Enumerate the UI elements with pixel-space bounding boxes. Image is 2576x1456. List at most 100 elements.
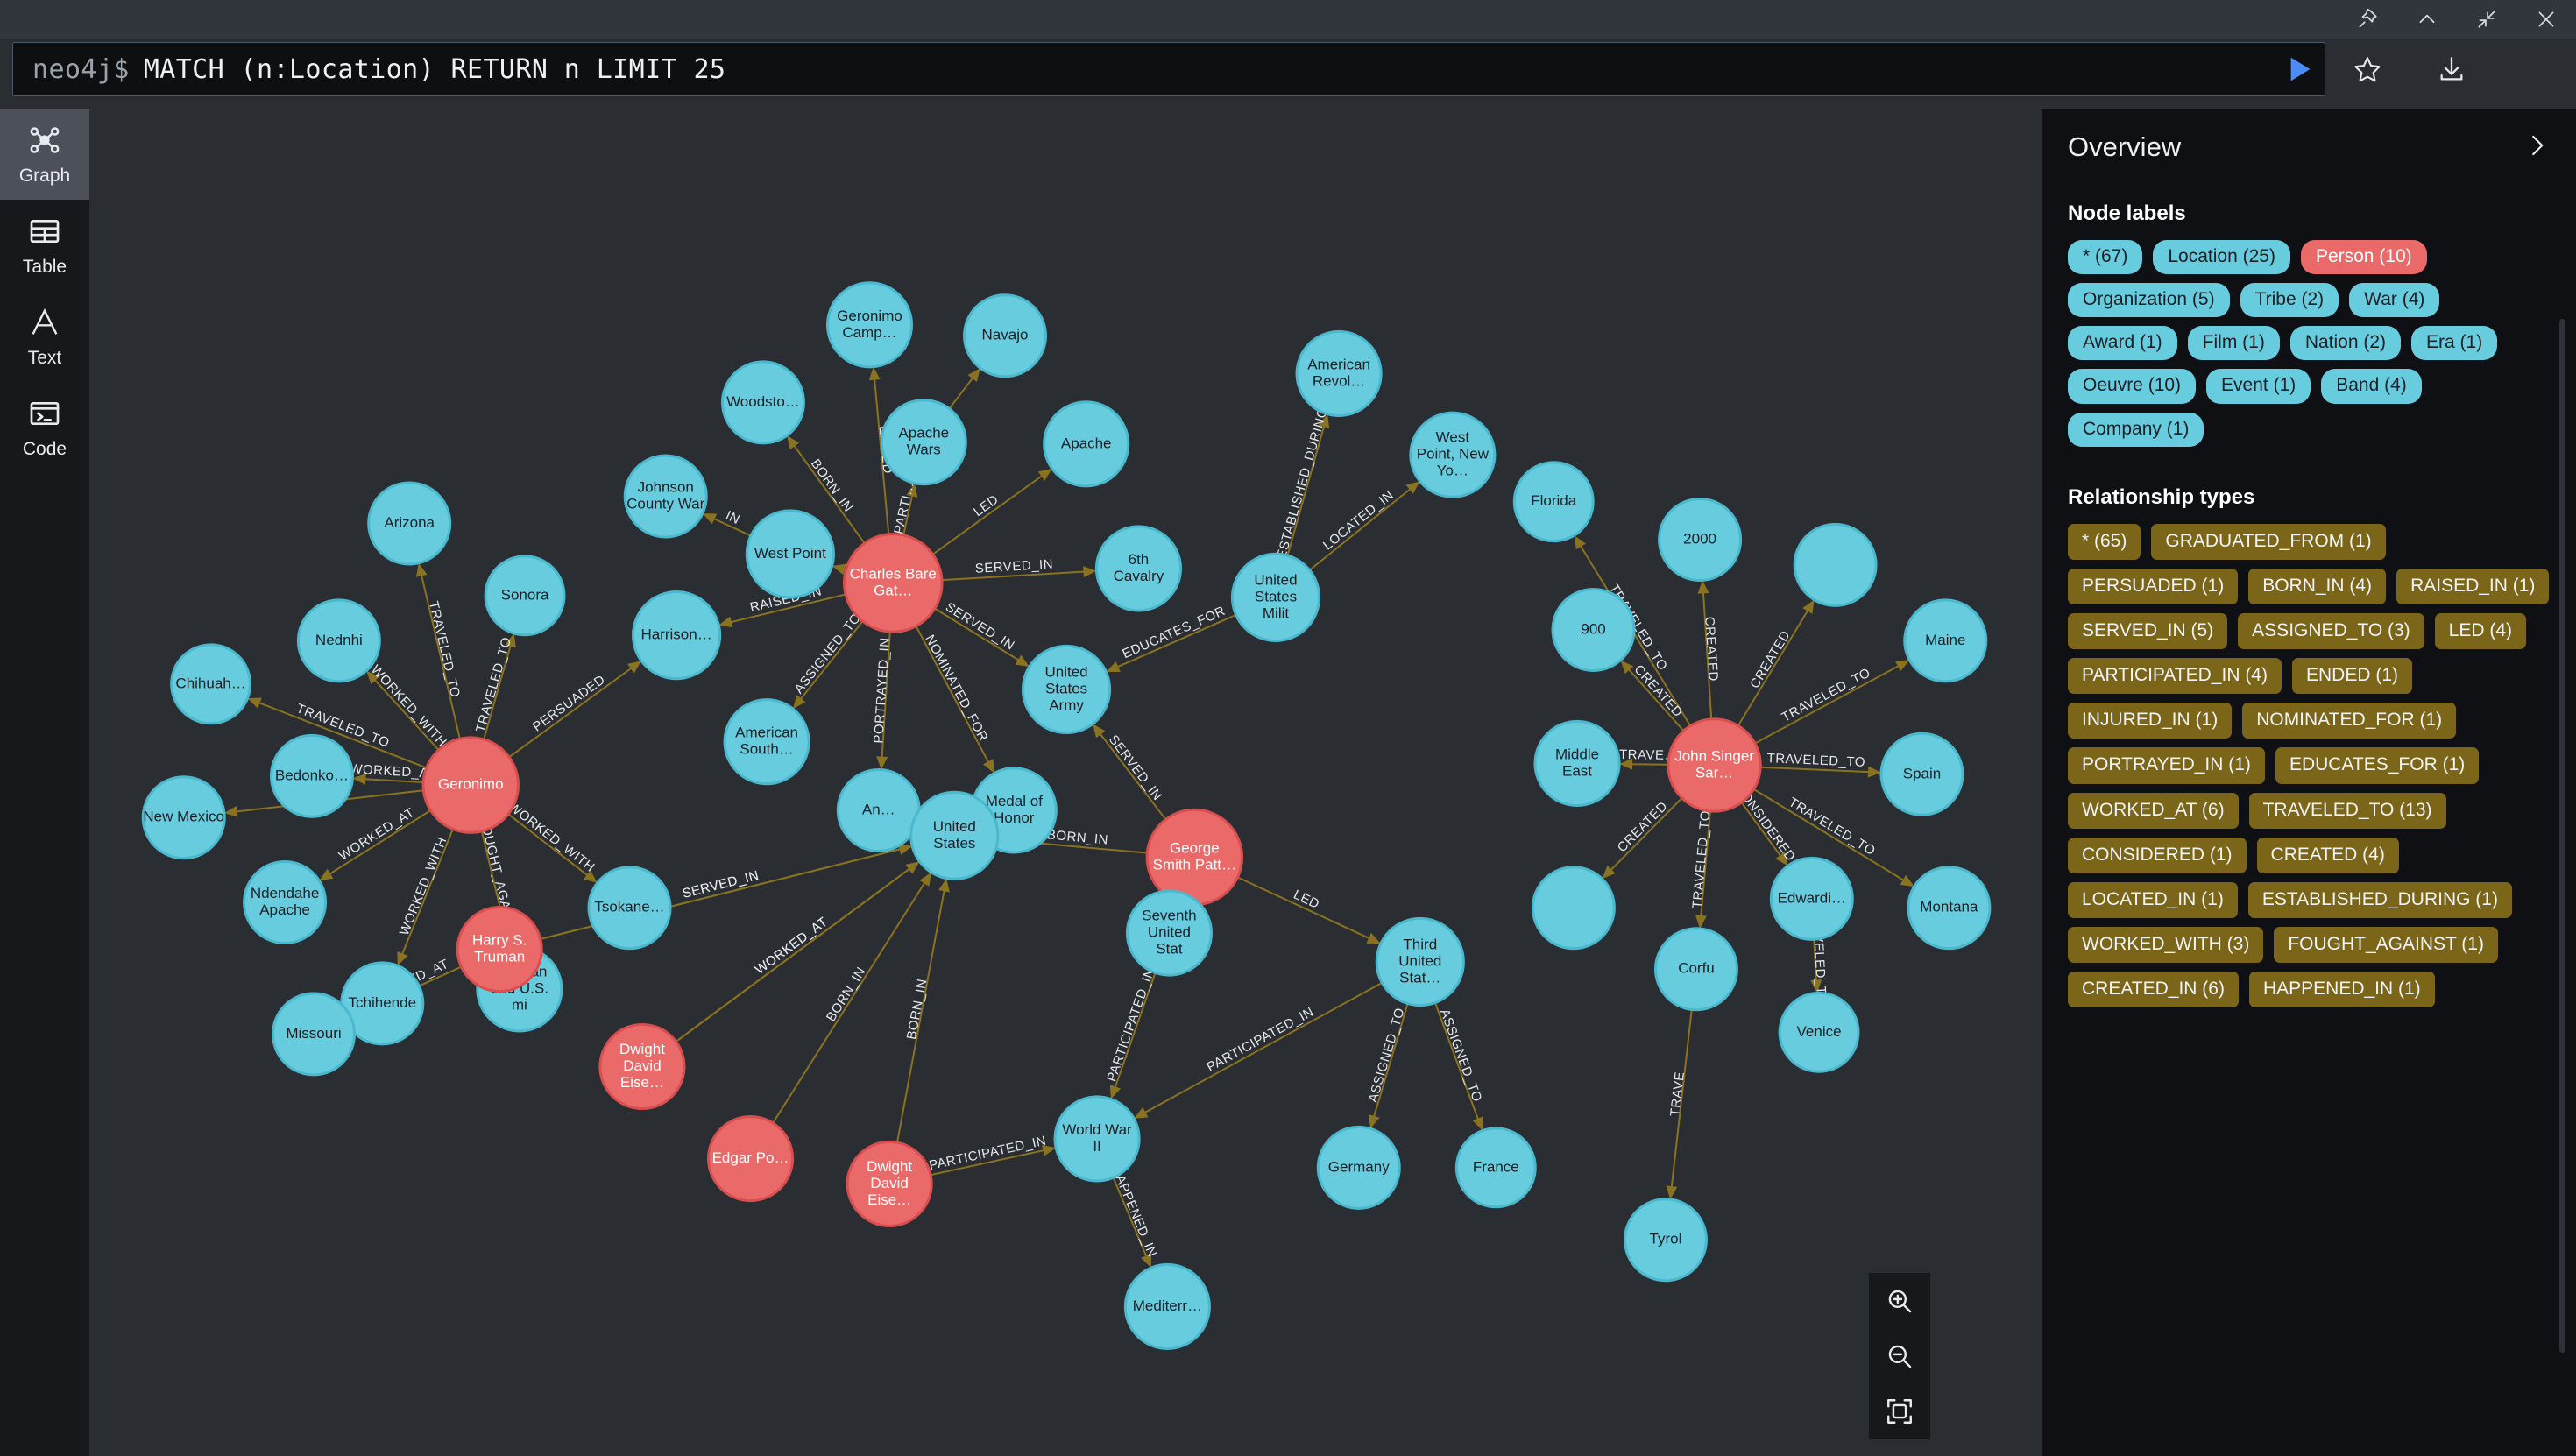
relationship-type-chip[interactable]: HAPPENED_IN (1) <box>2248 972 2435 1008</box>
node-label-chip[interactable]: Band (4) <box>2321 369 2422 404</box>
node-label-chip[interactable]: Film (1) <box>2187 326 2280 361</box>
chevron-up-icon[interactable] <box>2397 0 2457 39</box>
graph-edge[interactable]: IN <box>702 508 752 537</box>
relationship-type-chip[interactable]: PORTRAYED_IN (1) <box>2068 747 2265 784</box>
graph-edge[interactable]: LOCATED_IN <box>1308 481 1420 571</box>
graph-node[interactable]: 2000 <box>1658 497 1743 582</box>
graph-node[interactable]: Harrison… <box>631 590 722 681</box>
graph-edge[interactable]: SERVED_IN <box>1093 724 1167 821</box>
graph-edge[interactable]: SERVED_IN <box>941 557 1097 582</box>
node-label-chip[interactable]: Nation (2) <box>2289 326 2402 361</box>
graph-edge[interactable]: ESTABLISHED_DURING <box>1274 406 1331 561</box>
graph-node[interactable]: Chihuah… <box>170 643 252 725</box>
relationship-type-chip[interactable]: ESTABLISHED_DURING (1) <box>2247 881 2512 918</box>
sidebar-item-table[interactable]: Table <box>0 200 89 291</box>
graph-edge[interactable]: ASSIGNED_TO <box>1365 1003 1409 1129</box>
graph-edge[interactable]: TRAVELED_TO <box>1760 751 1882 778</box>
close-icon[interactable] <box>2516 0 2576 39</box>
relationship-type-chip[interactable]: PERSUADED (1) <box>2068 568 2239 604</box>
graph-edge[interactable]: PARTICIPATED_IN <box>928 1134 1057 1177</box>
graph-node[interactable] <box>1793 522 1878 607</box>
graph-edge[interactable]: WORKED_AT <box>319 805 431 881</box>
graph-node[interactable]: ThirdUnitedStat… <box>1375 916 1465 1007</box>
zoom-out-button[interactable] <box>1869 1328 1930 1383</box>
node-label-chip[interactable]: Person (10) <box>2300 240 2427 275</box>
node-label-chip[interactable]: Organization (5) <box>2068 283 2230 318</box>
graph-node[interactable]: Geronimo <box>421 736 520 834</box>
relationship-type-chip[interactable]: GRADUATED_FROM (1) <box>2151 523 2386 560</box>
node-label-chip[interactable]: Award (1) <box>2068 326 2177 361</box>
graph-node[interactable]: JohnsonCounty War <box>623 454 708 539</box>
graph-node[interactable]: World WarII <box>1053 1095 1141 1183</box>
graph-node[interactable]: NdendaheApache <box>243 860 328 945</box>
graph-edge[interactable]: PARTICIPATED_IN <box>1134 981 1383 1119</box>
graph-node[interactable]: DwightDavidEise… <box>846 1140 933 1227</box>
graph-edge[interactable]: TRAVE <box>1666 1009 1693 1200</box>
graph-edge[interactable] <box>948 368 980 410</box>
relationship-type-chip[interactable]: WORKED_AT (6) <box>2068 792 2239 829</box>
download-button[interactable] <box>2410 42 2494 96</box>
minimize-icon[interactable] <box>2457 0 2516 39</box>
graph-node[interactable]: MiddleEast <box>1533 719 1621 807</box>
run-query-button[interactable] <box>2271 42 2325 96</box>
graph-edge[interactable]: WORKED_WITH <box>506 799 598 883</box>
graph-node[interactable]: Germany <box>1316 1125 1401 1210</box>
graph-node[interactable]: Woodsto… <box>720 360 805 445</box>
graph-node[interactable]: Montana <box>1907 866 1992 951</box>
graph-node[interactable]: Missouri <box>272 992 357 1077</box>
graph-node[interactable]: Edwardi… <box>1769 856 1854 941</box>
node-label-chip[interactable]: Tribe (2) <box>2240 283 2339 318</box>
graph-node[interactable]: 900 <box>1551 587 1636 672</box>
graph-edge[interactable]: CREATED <box>1697 580 1721 719</box>
pin-icon[interactable] <box>2338 0 2397 39</box>
graph-edge[interactable]: HAPPENED_IN <box>1108 1163 1160 1269</box>
graph-edge[interactable]: WORKED_WITH <box>397 829 454 966</box>
graph-visualization-canvas[interactable]: ENDEDPARTI…LEDBORN_INSERVED_INSERVED_INR… <box>89 109 2042 1456</box>
graph-edge[interactable]: PORTRAYED_IN <box>871 632 893 770</box>
fit-to-screen-button[interactable] <box>1869 1384 1930 1439</box>
relationship-type-chip[interactable]: EDUCATES_FOR (1) <box>2275 747 2480 784</box>
graph-edge[interactable]: ASSIGNED_TO <box>791 611 864 710</box>
graph-edge[interactable]: TRAVELED_TO <box>1690 809 1714 929</box>
node-label-chip[interactable]: Company (1) <box>2068 412 2204 447</box>
graph-edge[interactable]: CREATED <box>1620 660 1686 732</box>
chevron-right-icon[interactable] <box>2523 132 2550 163</box>
graph-node[interactable]: Mediterr… <box>1123 1262 1211 1351</box>
graph-node[interactable]: SeventhUnitedStat <box>1125 889 1214 977</box>
relationship-type-chip[interactable]: CREATED (4) <box>2256 837 2399 873</box>
graph-node[interactable]: West Point <box>745 509 835 599</box>
relationship-type-chip[interactable]: RAISED_IN (1) <box>2396 568 2550 604</box>
graph-node[interactable]: Harry S.Truman <box>456 906 543 993</box>
graph-node[interactable]: Maine <box>1903 598 1988 683</box>
node-label-chip[interactable]: * (67) <box>2068 240 2143 275</box>
node-label-chip[interactable]: Oeuvre (10) <box>2068 369 2197 404</box>
graph-edge[interactable]: TRAVELED_TO <box>1754 660 1910 745</box>
graph-node[interactable]: Apache <box>1043 400 1130 488</box>
graph-node[interactable]: New Mexico <box>141 775 226 860</box>
graph-node[interactable]: DwightDavidEise… <box>598 1022 686 1111</box>
graph-node[interactable]: Edgar Po… <box>706 1115 795 1203</box>
graph-node[interactable]: Nednhi <box>296 598 381 683</box>
relationship-type-chip[interactable]: LED (4) <box>2434 612 2527 650</box>
relationship-type-chip[interactable]: * (65) <box>2068 523 2141 560</box>
graph-edge[interactable]: ASSIGNED_TO <box>1434 1002 1485 1131</box>
graph-node[interactable]: Navajo <box>963 293 1047 378</box>
graph-node[interactable]: UnitedStatesArmy <box>1021 644 1112 735</box>
sidebar-item-graph[interactable]: Graph <box>0 109 89 200</box>
graph-node[interactable]: Sonora <box>484 555 566 637</box>
graph-node[interactable]: Charles BareGat… <box>842 533 944 633</box>
relationship-type-chip[interactable]: SERVED_IN (5) <box>2068 612 2228 650</box>
graph-node[interactable]: Venice <box>1778 991 1860 1073</box>
graph-node[interactable]: Tsokane… <box>587 866 672 951</box>
node-label-chip[interactable]: Location (25) <box>2153 240 2290 275</box>
graph-edge[interactable]: EDUCATES_FOR <box>1106 604 1236 672</box>
graph-edge[interactable]: TRAVELED_TO <box>473 633 516 740</box>
node-label-chip[interactable]: Era (1) <box>2411 326 2498 361</box>
graph-node[interactable]: Spain <box>1879 732 1964 816</box>
graph-node[interactable]: AmericanRevol… <box>1295 329 1383 418</box>
sidebar-item-code[interactable]: Code <box>0 382 89 473</box>
graph-edge[interactable]: PARTICIPATED_IN <box>1104 966 1157 1099</box>
relationship-type-chip[interactable]: PARTICIPATED_IN (4) <box>2068 658 2282 695</box>
graph-node[interactable]: An… <box>836 767 921 852</box>
relationship-type-chip[interactable]: TRAVELED_TO (13) <box>2248 792 2446 829</box>
